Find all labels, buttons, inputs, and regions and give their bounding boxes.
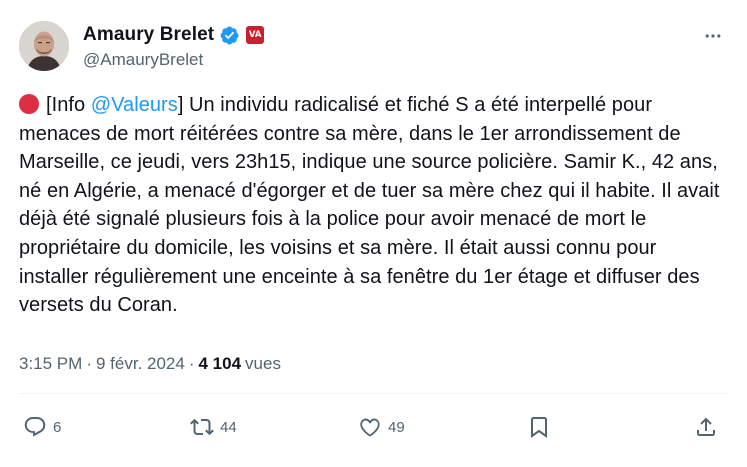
repost-icon (190, 418, 214, 436)
reply-icon (24, 417, 46, 437)
tweet-time[interactable]: 3:15 PM (19, 354, 82, 374)
author-display-name[interactable]: Amaury Brelet (83, 24, 214, 46)
meta-separator-2: · (188, 354, 195, 373)
tweet-text-body: ] Un individu radicalisé et fiché S a ét… (19, 94, 720, 317)
bookmark-icon (531, 417, 547, 438)
like-button[interactable]: 49 (358, 410, 405, 444)
verified-badge-icon[interactable] (219, 25, 240, 46)
share-icon (697, 417, 715, 436)
repost-count: 44 (220, 418, 237, 436)
reply-count: 6 (53, 418, 62, 436)
views-label: vues (245, 354, 281, 373)
tweet-date[interactable]: 9 févr. 2024 (96, 354, 185, 374)
like-count: 49 (388, 418, 405, 436)
avatar[interactable] (19, 21, 69, 71)
tweet-text: [Info @Valeurs] Un individu radicalisé e… (19, 91, 731, 320)
affiliation-badge[interactable]: VA (246, 26, 265, 44)
heart-icon (360, 418, 380, 437)
bookmark-button[interactable] (527, 410, 551, 444)
action-bar: 6 44 49 (19, 410, 728, 444)
tweet-card: Amaury Brelet VA @AmauryBrelet [Info @Va… (0, 0, 747, 467)
mention-link[interactable]: @Valeurs (91, 94, 178, 116)
views-count: 4 104 (198, 354, 242, 373)
red-circle-emoji-icon (19, 94, 39, 114)
share-button[interactable] (694, 410, 718, 444)
repost-button[interactable]: 44 (190, 410, 237, 444)
more-options-button[interactable] (699, 22, 727, 50)
author-handle[interactable]: @AmauryBrelet (83, 50, 203, 70)
divider (19, 393, 728, 394)
meta-separator: · (86, 354, 92, 373)
author-name-row: Amaury Brelet VA (83, 23, 265, 47)
tweet-text-prefix: [Info (46, 94, 91, 116)
more-horizontal-icon (705, 34, 721, 38)
reply-button[interactable]: 6 (23, 410, 61, 444)
tweet-meta: 3:15 PM · 9 févr. 2024 · 4 104 vues (19, 354, 281, 374)
avatar-photo (19, 21, 69, 71)
